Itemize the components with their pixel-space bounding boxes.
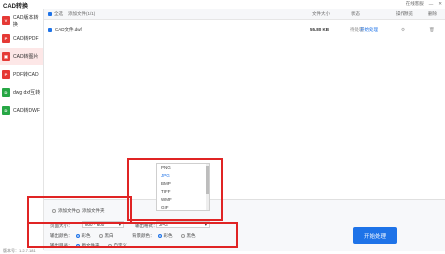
pdf-icon: P <box>2 34 10 43</box>
row-checkbox[interactable] <box>48 28 52 32</box>
preview-header: 预览 <box>404 11 413 16</box>
sidebar-item-cad-to-image[interactable]: ▣ CAD转图片 <box>0 48 43 65</box>
highlight-box-page-size <box>27 196 132 224</box>
sidebar-item-label: CAD转PDF <box>13 36 39 42</box>
highlight-box-format <box>127 158 223 221</box>
delete-icon[interactable]: 🗑 <box>429 27 435 33</box>
sidebar-item-pdf-to-cad[interactable]: P PDF转CAD <box>0 66 43 83</box>
sidebar-item-label: PDF转CAD <box>13 72 39 78</box>
highlight-box-options <box>27 222 238 248</box>
sidebar-item-label: CAD转图片 <box>13 54 39 60</box>
sidebar-item-label: CAD转DWF <box>13 108 40 114</box>
pdf-icon: P <box>2 70 10 79</box>
sidebar-item-label: dwg dxf互转 <box>13 90 41 96</box>
sidebar-item-label: CAD版本转换 <box>12 14 39 28</box>
close-icon[interactable]: ✕ <box>438 1 442 7</box>
start-processing-button[interactable]: 开始处理 <box>353 227 397 244</box>
select-all-label: 全选 <box>54 11 63 16</box>
row-start-link[interactable]: 开始处理 <box>360 27 378 33</box>
size-header: 文件大小 <box>312 11 330 16</box>
dwg-icon: D <box>2 88 10 97</box>
online-service-link[interactable]: 在线客服 <box>406 1 424 7</box>
sidebar-item-version-convert[interactable]: V CAD版本转换 <box>0 12 43 29</box>
title-bar-controls: 在线客服 — ✕ <box>406 1 442 7</box>
version-label: 版本号：1.2.7.181 <box>3 248 36 253</box>
file-name: CAD文件.dwf <box>55 27 82 32</box>
table-row[interactable]: CAD文件.dwf 55.80 KB 待处理 开始处理 ⚙ 🗑 <box>44 26 445 35</box>
filename-header: 添加文件(1/1) <box>68 11 96 16</box>
table-header: 全选 添加文件(1/1) 文件大小 状态 操作 预览 删除 <box>44 9 445 20</box>
select-all-checkbox[interactable] <box>48 12 52 16</box>
delete-header: 删除 <box>428 11 437 16</box>
dwf-icon: D <box>2 106 10 115</box>
sidebar-item-cad-to-dwf[interactable]: D CAD转DWF <box>0 102 43 119</box>
sidebar-item-cad-to-pdf[interactable]: P CAD转PDF <box>0 30 43 47</box>
sidebar-item-dwg-dxf[interactable]: D dwg dxf互转 <box>0 84 43 101</box>
file-size: 55.80 KB <box>310 27 330 32</box>
minimize-icon[interactable]: — <box>429 2 434 7</box>
cad-version-icon: V <box>2 16 10 25</box>
title-bar: CAD转换 在线客服 — ✕ <box>0 0 445 10</box>
preview-icon[interactable]: ⚙ <box>401 27 405 33</box>
image-icon: ▣ <box>2 52 10 61</box>
status-header: 状态 <box>351 11 360 16</box>
